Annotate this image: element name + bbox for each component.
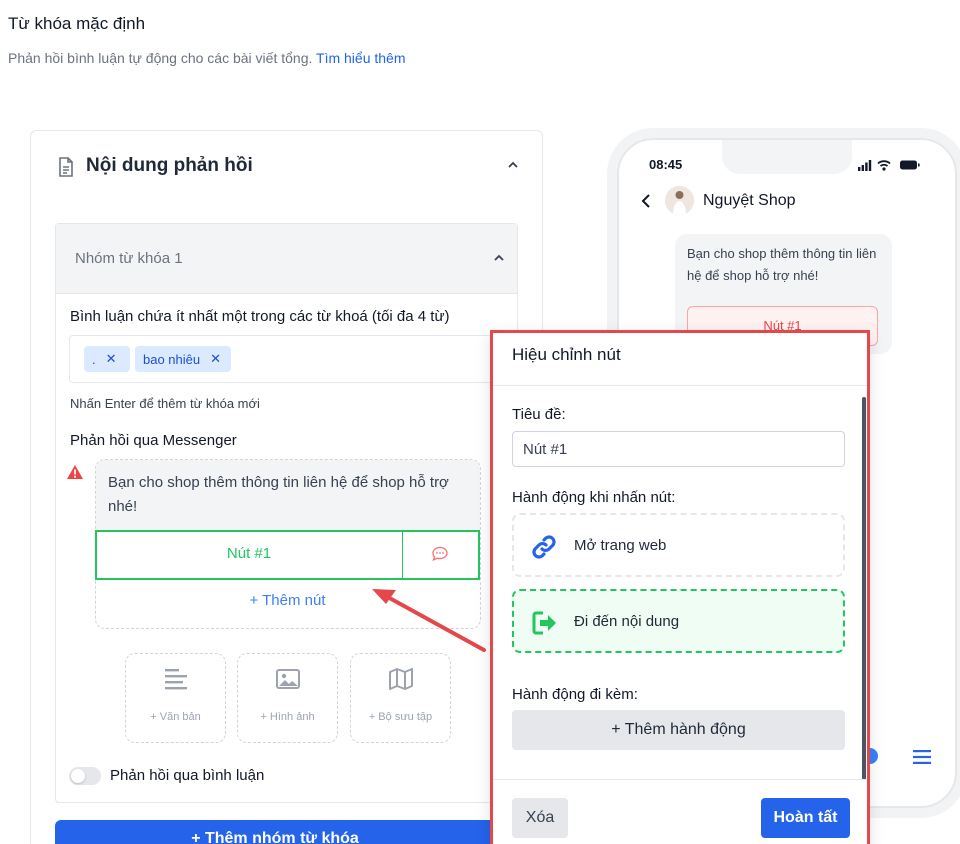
add-keyword-group-button[interactable]: + Thêm nhóm từ khóa: [55, 820, 495, 844]
keyword-tag-label: .: [92, 351, 96, 367]
dialog-title: Hiệu chỉnh nút: [512, 345, 621, 364]
extra-action-label: Hành động đi kèm:: [512, 686, 638, 703]
map-icon: [389, 668, 413, 690]
keyword-tag: . ✕: [84, 346, 130, 372]
close-icon[interactable]: ✕: [106, 351, 117, 367]
phone-message-text: Bạn cho shop thêm thông tin liên hệ để s…: [687, 246, 877, 283]
comment-reply-toggle[interactable]: [69, 767, 101, 785]
messenger-reply-label: Phản hồi qua Messenger: [70, 432, 237, 449]
divider: [402, 532, 403, 578]
card-title: Nội dung phản hồi: [86, 155, 253, 176]
keywords-hint: Nhấn Enter để thêm từ khóa mới: [70, 396, 260, 411]
add-gallery-button[interactable]: + Bộ sưu tập: [350, 653, 451, 743]
add-text-button[interactable]: + Văn bản: [125, 653, 226, 743]
status-bar-icons: [858, 160, 920, 171]
shop-name: Nguyệt Shop: [703, 192, 796, 209]
message-button-label: Nút #1: [226, 545, 272, 562]
back-icon[interactable]: [640, 193, 652, 209]
annotation-arrow: [372, 589, 486, 652]
action-open-website-label: Mở trang web: [574, 537, 667, 554]
avatar: [665, 186, 694, 215]
page-subtitle-text: Phản hồi bình luận tự động cho các bài v…: [8, 50, 313, 66]
image-icon: [276, 669, 300, 689]
keywords-label: Bình luận chứa ít nhất một trong các từ …: [70, 308, 450, 325]
keyword-tag: bao nhiêu ✕: [135, 346, 231, 372]
action-open-website[interactable]: Mở trang web: [512, 513, 845, 577]
delete-button[interactable]: Xóa: [512, 798, 568, 838]
button-title-input[interactable]: [512, 431, 845, 467]
phone-notch: [722, 140, 852, 174]
keyword-group-title: Nhóm từ khóa 1: [75, 250, 183, 267]
comment-icon[interactable]: [431, 546, 449, 562]
add-action-button[interactable]: + Thêm hành động: [512, 710, 845, 750]
document-icon: [59, 157, 73, 177]
chevron-up-icon[interactable]: [506, 158, 520, 172]
divider: [493, 385, 867, 386]
add-image-label: + Hình ảnh: [260, 711, 315, 723]
add-text-label: + Văn bản: [150, 711, 201, 723]
link-icon: [532, 535, 556, 559]
menu-icon[interactable]: [913, 750, 931, 764]
comment-reply-label: Phản hồi qua bình luận: [110, 767, 265, 784]
dialog-scrollbar[interactable]: [862, 397, 866, 780]
add-image-button[interactable]: + Hình ảnh: [237, 653, 338, 743]
warning-icon: [67, 465, 83, 479]
keywords-input[interactable]: [69, 335, 499, 383]
chevron-up-icon[interactable]: [492, 251, 506, 265]
add-gallery-label: + Bộ sưu tập: [368, 711, 433, 723]
page-title: Từ khóa mặc định: [8, 14, 146, 33]
action-go-to-content-label: Đi đến nội dung: [574, 613, 680, 630]
message-text: Bạn cho shop thêm thông tin liên hệ để s…: [108, 474, 449, 515]
phone-time: 08:45: [649, 157, 683, 172]
page-subtitle: Phản hồi bình luận tự động cho các bài v…: [8, 50, 406, 66]
done-button[interactable]: Hoàn tất: [761, 798, 850, 838]
close-icon[interactable]: ✕: [210, 351, 221, 367]
keyword-tag-label: bao nhiêu: [143, 351, 201, 367]
divider: [493, 779, 867, 780]
text-align-icon: [165, 669, 187, 690]
arrow-right-box-icon: [532, 611, 556, 635]
learn-more-link[interactable]: Tìm hiểu thêm: [316, 50, 405, 66]
button-title-label: Tiêu đề:: [512, 406, 566, 423]
button-action-label: Hành động khi nhấn nút:: [512, 489, 676, 506]
action-go-to-content[interactable]: Đi đến nội dung: [512, 589, 845, 653]
